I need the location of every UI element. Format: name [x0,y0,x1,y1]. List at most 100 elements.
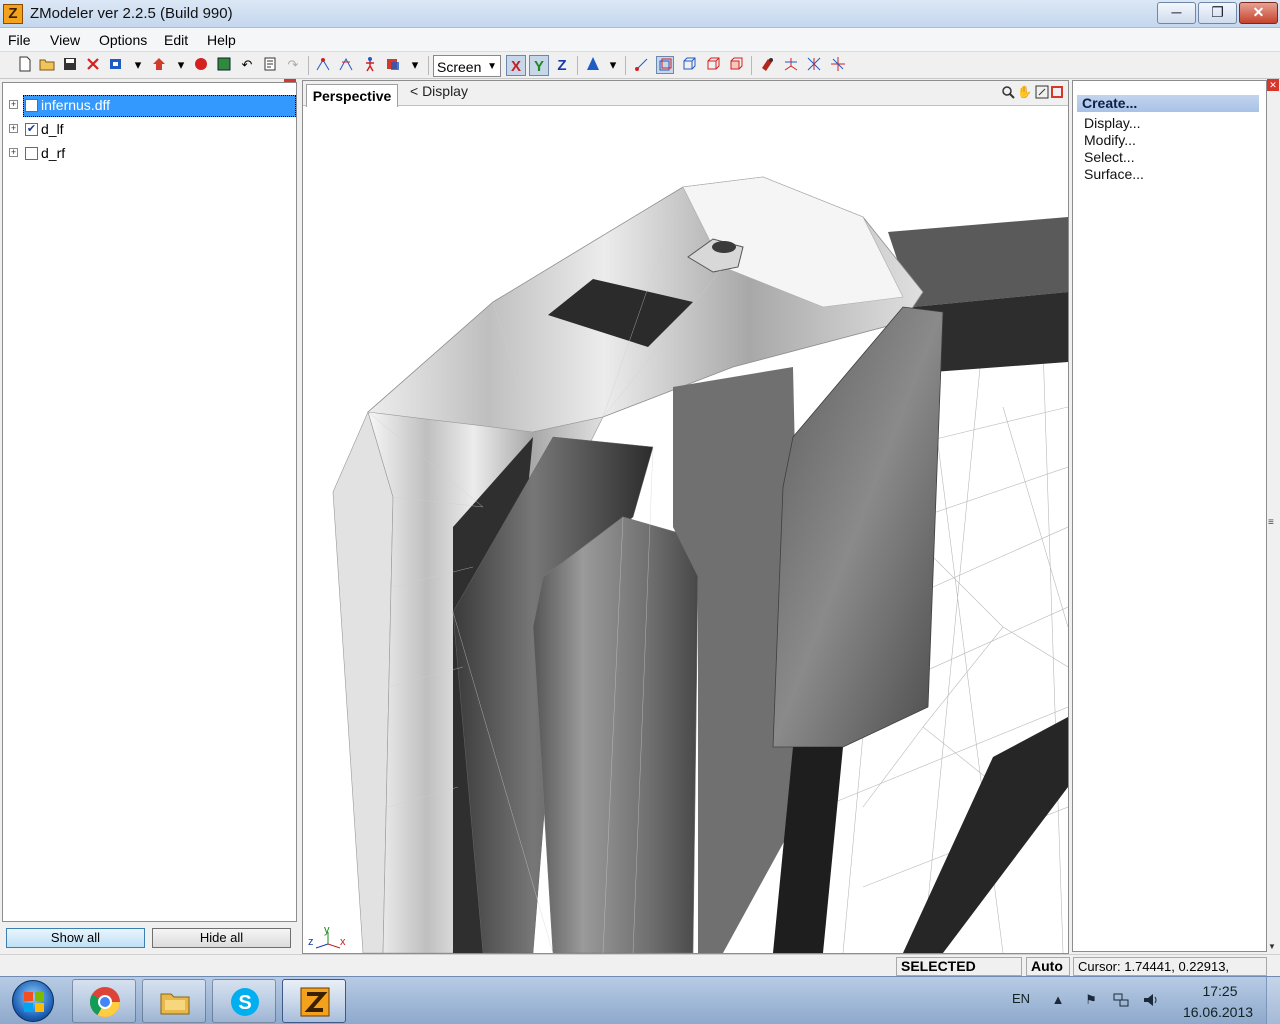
visibility-checkbox[interactable] [25,99,38,112]
command-create[interactable]: Create... [1077,95,1259,112]
coordinate-space-select[interactable]: Screen ▼ [433,55,501,77]
maximize-button[interactable]: ❐ [1198,2,1237,24]
select-mode-vertices-icon[interactable] [633,56,651,74]
auto-status[interactable]: Auto [1026,957,1070,976]
select-vertex-icon[interactable] [314,56,332,74]
status-bar: SELECTED MODE Auto Cursor: 1.74441, 0.22… [0,954,1280,991]
save-icon[interactable] [61,56,79,74]
transform-icon[interactable] [384,56,402,74]
move-figure-icon[interactable] [361,56,379,74]
show-all-button[interactable]: Show all [6,928,145,948]
select-mode-objects-icon[interactable] [656,56,674,74]
dropdown-arrow-icon[interactable]: ▾ [133,56,143,74]
axis-z-toggle[interactable]: Z [552,55,572,76]
taskbar-chrome[interactable] [72,979,136,1023]
command-panel-scrollbar[interactable]: ≡ ▼ [1267,92,1279,952]
start-button[interactable] [12,980,54,1022]
new-file-icon[interactable] [16,56,34,74]
import-icon[interactable] [107,56,125,74]
record-icon[interactable] [192,56,210,74]
tab-perspective[interactable]: Perspective [306,84,398,107]
tree-item-d-rf[interactable]: + d_rf [9,143,294,165]
scroll-down-icon[interactable]: ▼ [1268,942,1276,951]
visibility-checkbox[interactable]: ✔ [25,123,38,136]
menu-view[interactable]: View [50,32,80,48]
select-edge-icon[interactable] [337,56,355,74]
delete-icon[interactable] [84,56,102,74]
tree-item-label: d_rf [41,145,66,161]
scroll-grip-icon[interactable]: ≡ [1268,517,1274,528]
notes-icon[interactable] [261,56,279,74]
close-button[interactable]: ✕ [1239,2,1278,24]
viewport-maximize-icon[interactable] [1051,86,1063,98]
gizmo-y-label: y [324,924,330,936]
open-file-icon[interactable] [38,56,56,74]
pan-hand-icon[interactable]: ✋ [1017,85,1032,100]
axis-gizmo-icon[interactable] [782,56,800,74]
selection-mode-status: SELECTED MODE [896,957,1022,991]
menu-bar: File View Options Edit Help [0,28,1280,52]
zoom-icon[interactable] [1000,85,1015,100]
cube-icon[interactable] [680,56,698,74]
tree-footer: Show all Hide all [2,924,297,952]
taskbar-zmodeler[interactable] [282,979,346,1023]
dropdown-arrow-icon[interactable]: ▾ [176,56,186,74]
arc-rotate-icon[interactable] [1034,85,1049,100]
toolbar-separator [428,56,429,75]
dropdown-arrow-icon[interactable]: ▾ [410,56,420,74]
rotate-icon[interactable] [829,56,847,74]
axis-z-label: Z [557,57,567,74]
windows-taskbar: S EN ▲ ⚑ 17:25 16.06.2013 [0,976,1280,1024]
tree-item-infernus[interactable]: + infernus.dff [9,95,296,117]
command-surface[interactable]: Surface... [1084,166,1144,182]
scale-icon[interactable] [805,56,823,74]
input-language[interactable]: EN [1012,991,1030,1006]
menu-edit[interactable]: Edit [164,32,188,48]
command-display[interactable]: Display... [1084,115,1141,131]
undo-icon[interactable]: ↶ [238,56,256,74]
windows-logo-icon [24,992,44,1012]
paint-icon[interactable] [758,56,776,74]
main-toolbar: ▾ ▾ ↶ ↷ ▾ Screen ▼ X Y Z ▾ [0,53,1280,79]
chrome-icon [89,987,120,1018]
cube-red-icon[interactable] [704,56,722,74]
taskbar-skype[interactable]: S [212,979,276,1023]
expand-icon[interactable]: + [9,100,18,109]
toolbar-separator [625,56,626,75]
visibility-checkbox[interactable] [25,147,38,160]
tree-item-d-lf[interactable]: + ✔ d_lf [9,119,294,141]
command-modify[interactable]: Modify... [1084,132,1136,148]
taskbar-explorer[interactable] [142,979,206,1023]
show-desktop-button[interactable] [1266,977,1280,1024]
gizmo-x-label: x [340,936,346,948]
expand-icon[interactable]: + [9,148,18,157]
volume-icon[interactable] [1142,991,1160,1009]
texture-icon[interactable] [215,56,233,74]
toolbar-separator [577,56,578,75]
cube-select-icon[interactable] [727,56,745,74]
menu-file[interactable]: File [8,32,31,48]
expand-icon[interactable]: + [9,124,18,133]
viewport-3d-scene[interactable] [303,107,1068,953]
hide-all-button[interactable]: Hide all [152,928,291,948]
cursor-coordinates: Cursor: 1.74441, 0.22913, -0.070 [1073,957,1267,991]
axis-x-toggle[interactable]: X [506,55,526,76]
clock-date[interactable]: 16.06.2013 [1178,1004,1258,1020]
dropdown-arrow-icon[interactable]: ▾ [608,56,618,74]
network-icon[interactable] [1112,991,1130,1009]
right-panel-close-icon[interactable]: ✕ [1267,79,1279,91]
command-select[interactable]: Select... [1084,149,1135,165]
display-toggle[interactable]: < Display [410,83,468,99]
minimize-button[interactable]: ─ [1157,2,1196,24]
clock-time[interactable]: 17:25 [1190,983,1250,999]
tray-expand-icon[interactable]: ▲ [1049,991,1067,1009]
axis-y-toggle[interactable]: Y [529,55,549,76]
menu-options[interactable]: Options [99,32,147,48]
menu-help[interactable]: Help [207,32,236,48]
cone-icon[interactable] [584,56,602,74]
viewport-header: Perspective < Display ✋ [303,81,1068,107]
action-center-flag-icon[interactable]: ⚑ [1082,991,1100,1009]
export-icon[interactable] [150,56,168,74]
redo-icon[interactable]: ↷ [284,56,302,74]
zmodeler-icon [300,987,330,1017]
